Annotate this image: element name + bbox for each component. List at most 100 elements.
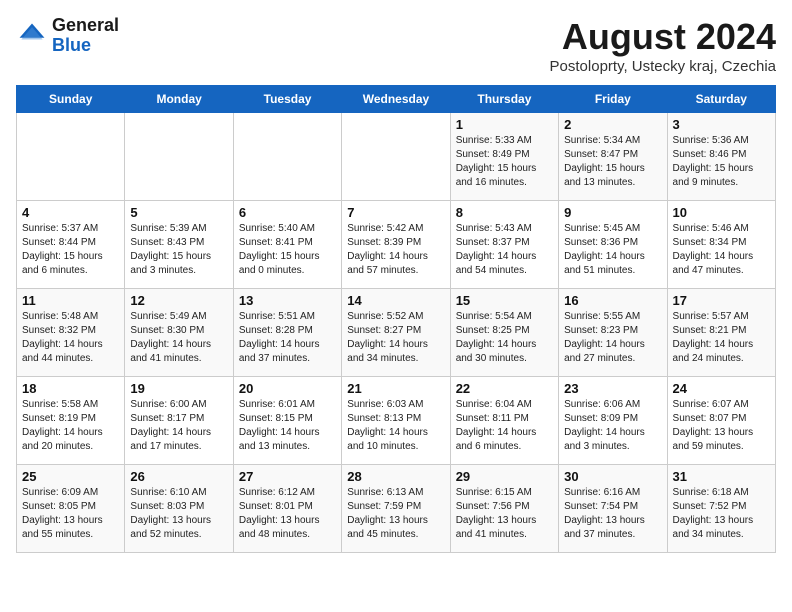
day-info: Sunrise: 6:09 AM Sunset: 8:05 PM Dayligh…	[22, 486, 119, 542]
month-title: August 2024	[550, 16, 776, 58]
calendar-cell: 13 Sunrise: 5:51 AM Sunset: 8:28 PM Dayli…	[233, 289, 341, 377]
logo-icon	[16, 20, 48, 52]
day-info: Sunrise: 5:54 AM Sunset: 8:25 PM Dayligh…	[456, 310, 553, 366]
day-info: Sunrise: 5:55 AM Sunset: 8:23 PM Dayligh…	[564, 310, 661, 366]
day-number: 10	[673, 205, 770, 220]
calendar-cell: 24Sunrise: 6:07 AM Sunset: 8:07 PM Dayli…	[667, 377, 775, 465]
day-number: 27	[239, 469, 336, 484]
day-number: 3	[673, 117, 770, 132]
calendar-cell: 21 Sunrise: 6:03 AM Sunset: 8:13 PM Dayli…	[342, 377, 450, 465]
day-info: Sunrise: 5:33 AM Sunset: 8:49 PM Dayligh…	[456, 134, 553, 190]
day-info: Sunrise: 5:42 AM Sunset: 8:39 PM Dayligh…	[347, 222, 444, 278]
day-info: Sunrise: 6:12 AM Sunset: 8:01 PM Dayligh…	[239, 486, 336, 542]
calendar-cell	[125, 113, 233, 201]
calendar-cell: 20Sunrise: 6:01 AM Sunset: 8:15 PM Dayli…	[233, 377, 341, 465]
calendar-cell: 16 Sunrise: 5:55 AM Sunset: 8:23 PM Dayli…	[559, 289, 667, 377]
day-number: 6	[239, 205, 336, 220]
calendar-cell	[17, 113, 125, 201]
calendar-cell	[342, 113, 450, 201]
page-header: General Blue August 2024 Postoloprty, Us…	[16, 16, 776, 75]
day-info: Sunrise: 5:52 AM Sunset: 8:27 PM Dayligh…	[347, 310, 444, 366]
day-number: 30	[564, 469, 661, 484]
day-number: 17	[673, 293, 770, 308]
calendar-week-row: 4 Sunrise: 5:37 AM Sunset: 8:44 PM Daylig…	[17, 201, 776, 289]
day-number: 31	[673, 469, 770, 484]
day-info: Sunrise: 6:16 AM Sunset: 7:54 PM Dayligh…	[564, 486, 661, 542]
day-of-week-header: Sunday	[17, 86, 125, 113]
day-info: Sunrise: 5:57 AM Sunset: 8:21 PM Dayligh…	[673, 310, 770, 366]
calendar-cell: 9 Sunrise: 5:45 AM Sunset: 8:36 PM Daylig…	[559, 201, 667, 289]
day-info: Sunrise: 6:00 AM Sunset: 8:17 PM Dayligh…	[130, 398, 227, 454]
title-block: August 2024 Postoloprty, Ustecky kraj, C…	[550, 16, 776, 75]
day-number: 1	[456, 117, 553, 132]
day-number: 19	[130, 381, 227, 396]
day-info: Sunrise: 5:34 AM Sunset: 8:47 PM Dayligh…	[564, 134, 661, 190]
day-info: Sunrise: 6:06 AM Sunset: 8:09 PM Dayligh…	[564, 398, 661, 454]
calendar-cell: 14 Sunrise: 5:52 AM Sunset: 8:27 PM Dayli…	[342, 289, 450, 377]
day-number: 7	[347, 205, 444, 220]
day-info: Sunrise: 6:01 AM Sunset: 8:15 PM Dayligh…	[239, 398, 336, 454]
calendar-week-row: 18Sunrise: 5:58 AM Sunset: 8:19 PM Dayli…	[17, 377, 776, 465]
calendar-cell: 8 Sunrise: 5:43 AM Sunset: 8:37 PM Daylig…	[450, 201, 558, 289]
logo-blue-text: Blue	[52, 35, 91, 55]
day-number: 29	[456, 469, 553, 484]
calendar-cell: 23Sunrise: 6:06 AM Sunset: 8:09 PM Dayli…	[559, 377, 667, 465]
day-number: 12	[130, 293, 227, 308]
calendar-week-row: 1 Sunrise: 5:33 AM Sunset: 8:49 PM Daylig…	[17, 113, 776, 201]
calendar-cell: 19 Sunrise: 6:00 AM Sunset: 8:17 PM Dayli…	[125, 377, 233, 465]
calendar-header-row: SundayMondayTuesdayWednesdayThursdayFrid…	[17, 86, 776, 113]
calendar-cell	[233, 113, 341, 201]
calendar-cell: 2Sunrise: 5:34 AM Sunset: 8:47 PM Daylig…	[559, 113, 667, 201]
day-info: Sunrise: 6:13 AM Sunset: 7:59 PM Dayligh…	[347, 486, 444, 542]
calendar-week-row: 11Sunrise: 5:48 AM Sunset: 8:32 PM Dayli…	[17, 289, 776, 377]
day-info: Sunrise: 5:58 AM Sunset: 8:19 PM Dayligh…	[22, 398, 119, 454]
day-info: Sunrise: 6:15 AM Sunset: 7:56 PM Dayligh…	[456, 486, 553, 542]
day-info: Sunrise: 5:43 AM Sunset: 8:37 PM Dayligh…	[456, 222, 553, 278]
day-info: Sunrise: 5:51 AM Sunset: 8:28 PM Dayligh…	[239, 310, 336, 366]
calendar-cell: 5Sunrise: 5:39 AM Sunset: 8:43 PM Daylig…	[125, 201, 233, 289]
day-info: Sunrise: 6:04 AM Sunset: 8:11 PM Dayligh…	[456, 398, 553, 454]
day-number: 16	[564, 293, 661, 308]
calendar-cell: 12 Sunrise: 5:49 AM Sunset: 8:30 PM Dayli…	[125, 289, 233, 377]
day-number: 25	[22, 469, 119, 484]
calendar-cell: 26 Sunrise: 6:10 AM Sunset: 8:03 PM Dayli…	[125, 465, 233, 553]
calendar-cell: 15 Sunrise: 5:54 AM Sunset: 8:25 PM Dayli…	[450, 289, 558, 377]
day-of-week-header: Tuesday	[233, 86, 341, 113]
day-number: 22	[456, 381, 553, 396]
day-number: 15	[456, 293, 553, 308]
day-number: 4	[22, 205, 119, 220]
day-number: 26	[130, 469, 227, 484]
day-number: 28	[347, 469, 444, 484]
day-info: Sunrise: 6:10 AM Sunset: 8:03 PM Dayligh…	[130, 486, 227, 542]
calendar-cell: 27 Sunrise: 6:12 AM Sunset: 8:01 PM Dayli…	[233, 465, 341, 553]
day-number: 9	[564, 205, 661, 220]
day-info: Sunrise: 5:39 AM Sunset: 8:43 PM Dayligh…	[130, 222, 227, 278]
day-number: 14	[347, 293, 444, 308]
calendar-body: 1 Sunrise: 5:33 AM Sunset: 8:49 PM Daylig…	[17, 113, 776, 553]
calendar-cell: 28 Sunrise: 6:13 AM Sunset: 7:59 PM Dayli…	[342, 465, 450, 553]
calendar-cell: 11Sunrise: 5:48 AM Sunset: 8:32 PM Dayli…	[17, 289, 125, 377]
calendar-cell: 4 Sunrise: 5:37 AM Sunset: 8:44 PM Daylig…	[17, 201, 125, 289]
calendar-cell: 17 Sunrise: 5:57 AM Sunset: 8:21 PM Dayli…	[667, 289, 775, 377]
day-of-week-header: Friday	[559, 86, 667, 113]
day-of-week-header: Wednesday	[342, 86, 450, 113]
day-info: Sunrise: 5:49 AM Sunset: 8:30 PM Dayligh…	[130, 310, 227, 366]
day-info: Sunrise: 6:18 AM Sunset: 7:52 PM Dayligh…	[673, 486, 770, 542]
day-number: 11	[22, 293, 119, 308]
day-info: Sunrise: 5:45 AM Sunset: 8:36 PM Dayligh…	[564, 222, 661, 278]
day-number: 8	[456, 205, 553, 220]
day-info: Sunrise: 5:37 AM Sunset: 8:44 PM Dayligh…	[22, 222, 119, 278]
logo: General Blue	[16, 16, 119, 56]
day-info: Sunrise: 6:03 AM Sunset: 8:13 PM Dayligh…	[347, 398, 444, 454]
calendar-cell: 29 Sunrise: 6:15 AM Sunset: 7:56 PM Dayli…	[450, 465, 558, 553]
day-number: 21	[347, 381, 444, 396]
calendar-cell: 18Sunrise: 5:58 AM Sunset: 8:19 PM Dayli…	[17, 377, 125, 465]
day-info: Sunrise: 5:36 AM Sunset: 8:46 PM Dayligh…	[673, 134, 770, 190]
calendar-cell: 7 Sunrise: 5:42 AM Sunset: 8:39 PM Daylig…	[342, 201, 450, 289]
day-of-week-header: Saturday	[667, 86, 775, 113]
calendar-cell: 30 Sunrise: 6:16 AM Sunset: 7:54 PM Dayli…	[559, 465, 667, 553]
logo-general-text: General	[52, 15, 119, 35]
day-info: Sunrise: 5:40 AM Sunset: 8:41 PM Dayligh…	[239, 222, 336, 278]
day-number: 13	[239, 293, 336, 308]
calendar-week-row: 25 Sunrise: 6:09 AM Sunset: 8:05 PM Dayli…	[17, 465, 776, 553]
